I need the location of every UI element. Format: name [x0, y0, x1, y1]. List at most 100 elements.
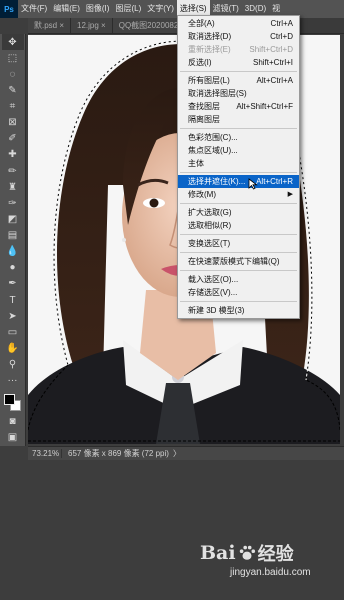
- select-menu-item-label: 取消选择图层(S): [188, 89, 247, 98]
- color-swatches[interactable]: [2, 393, 24, 414]
- select-menu-item-label: 新建 3D 模型(3): [188, 306, 245, 315]
- history-brush-icon[interactable]: ✑: [2, 195, 24, 211]
- select-menu-item[interactable]: 修改(M) ▶: [178, 188, 299, 201]
- hand-icon[interactable]: ✋: [2, 340, 24, 356]
- tools-panel: ✥ ⬚ ◌ ✎ ⌗ ⊠ ✐ ✚ ✏ ♜ ✑ ◩ ▤ 💧 ● ✒ T ➤ ▭ ✋ ⚲ ··· ◙ ▣: [0, 34, 26, 446]
- select-menu-item[interactable]: 在快速蒙版模式下编辑(Q): [178, 255, 299, 268]
- select-menu-item[interactable]: 所有图层(L) Alt+Ctrl+A: [178, 74, 299, 87]
- select-menu-item[interactable]: 查找图层 Alt+Shift+Ctrl+F: [178, 100, 299, 113]
- select-menu-item-label: 取消选择(D): [188, 32, 232, 41]
- select-menu-item-shortcut: Alt+Shift+Ctrl+F: [236, 102, 293, 111]
- menu-separator: [180, 234, 297, 235]
- select-menu-item[interactable]: 主体: [178, 157, 299, 170]
- menu-separator: [180, 252, 297, 253]
- brush-icon[interactable]: ✏: [2, 163, 24, 179]
- status-bar: 73.21% 657 像素 x 869 像素 (72 ppi) 〉: [28, 446, 344, 460]
- select-menu-item[interactable]: 选择并遮住(K)... Alt+Ctrl+R: [178, 175, 299, 190]
- frame-icon[interactable]: ⊠: [2, 115, 24, 131]
- document-tab[interactable]: QQ截图2020082: [112, 18, 186, 33]
- select-menu-item[interactable]: 焦点区域(U)...: [178, 144, 299, 157]
- menu-item-3[interactable]: 图层(L): [112, 0, 144, 18]
- select-menu-item-label: 查找图层: [188, 102, 220, 111]
- menu-item-4[interactable]: 文字(Y): [144, 0, 177, 18]
- select-menu-item-shortcut: Shift+Ctrl+D: [249, 45, 293, 54]
- document-tab[interactable]: 默.psd ×: [28, 18, 72, 33]
- path-select-icon[interactable]: ➤: [2, 308, 24, 324]
- select-menu-item[interactable]: 反选(I) Shift+Ctrl+I: [178, 56, 299, 69]
- document-tab[interactable]: 12.jpg ×: [71, 18, 113, 33]
- select-menu-item-shortcut: Ctrl+A: [270, 19, 293, 28]
- type-icon[interactable]: T: [2, 292, 24, 308]
- baidu-jingyan-watermark: Bai 经验 jingyan.baidu.com: [200, 540, 340, 590]
- rectangle-icon[interactable]: ▭: [2, 324, 24, 340]
- select-menu-item-label: 修改(M): [188, 190, 216, 199]
- select-menu-item[interactable]: 存储选区(V)...: [178, 286, 299, 299]
- select-menu-item-label: 重新选择(E): [188, 45, 231, 54]
- screen-mode-icon[interactable]: ▣: [2, 430, 24, 446]
- photoshop-logo: Ps: [0, 0, 18, 18]
- marquee-icon[interactable]: ⬚: [2, 50, 24, 66]
- menu-separator: [180, 128, 297, 129]
- more-icon[interactable]: ···: [2, 373, 24, 389]
- select-menu-item-label: 主体: [188, 159, 204, 168]
- select-menu-item-label: 在快速蒙版模式下编辑(Q): [188, 257, 280, 266]
- select-menu-item-shortcut: Alt+Ctrl+A: [256, 76, 293, 85]
- menu-separator: [180, 301, 297, 302]
- healing-brush-icon[interactable]: ✚: [2, 147, 24, 163]
- status-menu-arrow[interactable]: 〉: [173, 448, 181, 459]
- eyedropper-icon[interactable]: ✐: [2, 131, 24, 147]
- menu-separator: [180, 203, 297, 204]
- select-menu-item-label: 隔离图层: [188, 115, 220, 124]
- select-menu-item-label: 变换选区(T): [188, 239, 231, 248]
- menu-separator: [180, 172, 297, 173]
- select-menu-item[interactable]: 扩大选取(G): [178, 206, 299, 219]
- quick-select-icon[interactable]: ✎: [2, 82, 24, 98]
- watermark-brand-right: 经验: [257, 544, 294, 564]
- clone-stamp-icon[interactable]: ♜: [2, 179, 24, 195]
- select-menu-item-shortcut: Alt+Ctrl+R: [256, 177, 293, 186]
- pen-icon[interactable]: ✒: [2, 276, 24, 292]
- select-menu-item[interactable]: 取消选择(D) Ctrl+D: [178, 30, 299, 43]
- zoom-level[interactable]: 73.21%: [28, 449, 62, 458]
- move-icon[interactable]: ✥: [1, 34, 24, 51]
- select-menu-item-label: 扩大选取(G): [188, 208, 232, 217]
- menu-separator: [180, 270, 297, 271]
- select-menu-item-label: 全部(A): [188, 19, 215, 28]
- select-menu-item-shortcut: Shift+Ctrl+I: [252, 58, 293, 67]
- select-menu-item[interactable]: 选取相似(R): [178, 219, 299, 232]
- quick-mask-icon[interactable]: ◙: [2, 414, 24, 430]
- paw-logo-icon: [239, 545, 255, 560]
- menu-item-1[interactable]: 编辑(E): [50, 0, 83, 18]
- select-menu-item-label: 选取相似(R): [188, 221, 232, 230]
- select-menu-item[interactable]: 新建 3D 模型(3): [178, 304, 299, 317]
- select-menu-item-label: 色彩范围(C)...: [188, 133, 238, 142]
- zoom-icon[interactable]: ⚲: [2, 357, 24, 373]
- select-menu-dropdown: 全部(A) Ctrl+A 取消选择(D) Ctrl+D 重新选择(E) Shift+Ctr…: [177, 15, 300, 319]
- select-menu-item-shortcut: Ctrl+D: [270, 32, 293, 41]
- select-menu-item[interactable]: 重新选择(E) Shift+Ctrl+D: [178, 43, 299, 56]
- menu-separator: [180, 71, 297, 72]
- watermark-url: jingyan.baidu.com: [230, 567, 311, 578]
- select-menu-item[interactable]: 隔离图层: [178, 113, 299, 126]
- watermark-brand-left: Bai: [200, 542, 236, 564]
- select-menu-item[interactable]: 载入选区(O)...: [178, 273, 299, 286]
- lasso-icon[interactable]: ◌: [2, 66, 24, 82]
- select-menu-item[interactable]: 变换选区(T): [178, 237, 299, 250]
- dodge-icon[interactable]: ●: [2, 260, 24, 276]
- select-menu-item[interactable]: 色彩范围(C)...: [178, 131, 299, 144]
- select-menu-item-label: 反选(I): [188, 58, 212, 67]
- select-menu-item-label: 存储选区(V)...: [188, 288, 238, 297]
- menu-item-2[interactable]: 图像(I): [83, 0, 113, 18]
- select-menu-item[interactable]: 全部(A) Ctrl+A: [178, 17, 299, 30]
- blur-icon[interactable]: 💧: [2, 244, 24, 260]
- document-info: 657 像素 x 869 像素 (72 ppi): [68, 449, 169, 458]
- gradient-icon[interactable]: ▤: [2, 228, 24, 244]
- foreground-color-swatch[interactable]: [3, 393, 15, 405]
- eraser-icon[interactable]: ◩: [2, 211, 24, 227]
- select-menu-item[interactable]: 取消选择图层(S): [178, 87, 299, 100]
- crop-icon[interactable]: ⌗: [2, 99, 24, 115]
- select-menu-item-label: 焦点区域(U)...: [188, 146, 238, 155]
- select-menu-item-label: 所有图层(L): [188, 76, 230, 85]
- menu-item-0[interactable]: 文件(F): [18, 0, 50, 18]
- select-menu-item-label: 选择并遮住(K)...: [188, 177, 246, 186]
